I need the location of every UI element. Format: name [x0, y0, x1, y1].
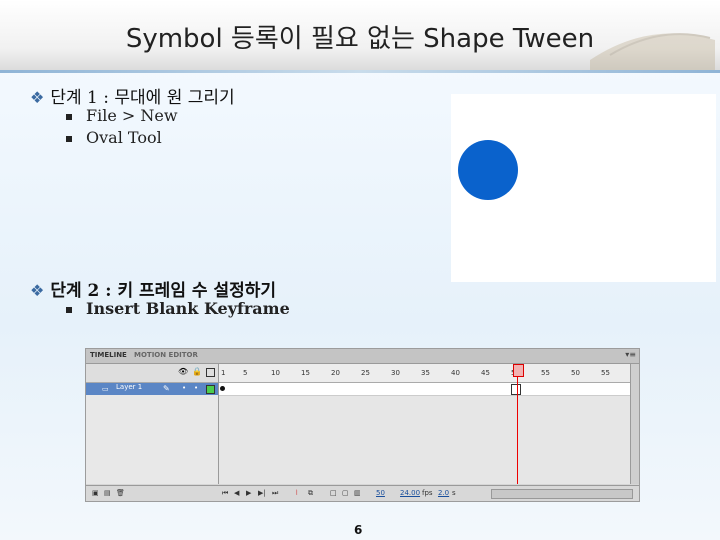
- diamond-bullet-icon: ❖: [30, 88, 45, 107]
- layer-color-swatch[interactable]: [206, 385, 215, 394]
- step2-item-text: Insert Blank Keyframe: [86, 299, 290, 318]
- onion-markers-icon[interactable]: ▥: [354, 489, 361, 497]
- ruler-tick: 20: [331, 369, 340, 377]
- blue-circle-shape: [458, 140, 518, 200]
- ruler-tick: 30: [391, 369, 400, 377]
- playhead-handle[interactable]: [513, 364, 524, 377]
- timeline-statusbar: ▣ ▤ 🗑 ⏮ ◀ ▶ ▶| ⏭ ⦚ ⧉ □ ▢ ▥ 50 24.00 fps …: [86, 485, 639, 501]
- ruler-tick: 25: [361, 369, 370, 377]
- step2-item: Insert Blank Keyframe: [66, 299, 290, 318]
- delete-icon[interactable]: 🗑: [116, 489, 125, 497]
- ruler-tick: 5: [243, 369, 248, 377]
- time-unit: s: [452, 489, 456, 497]
- onion-skin-icon[interactable]: ⧉: [308, 489, 313, 498]
- edit-multiple-icon[interactable]: ▢: [342, 489, 349, 497]
- play-icon[interactable]: ▶: [246, 489, 251, 497]
- page-number: 6: [354, 523, 363, 537]
- timeline-panel: TIMELINE MOTION EDITOR ▾≡ 👁 🔒 ▭ Layer 1 …: [85, 348, 640, 502]
- eye-icon[interactable]: 👁: [178, 367, 188, 376]
- ruler-tick: 50: [571, 369, 580, 377]
- time-readout[interactable]: 2.0: [438, 489, 449, 497]
- ruler-tick: 40: [451, 369, 460, 377]
- square-bullet-icon: [66, 113, 72, 120]
- step2-heading-text: 단계 2 : 키 프레임 수 설정하기: [50, 281, 276, 301]
- ruler-tick: 55: [601, 369, 610, 377]
- onion-outline-icon[interactable]: □: [330, 489, 337, 497]
- center-frame-icon[interactable]: ⦚: [296, 489, 297, 498]
- pencil-icon: ✎: [163, 384, 170, 393]
- layer-panel: 👁 🔒 ▭ Layer 1 ✎ • •: [86, 364, 219, 484]
- step1-item: Oval Tool: [66, 128, 162, 147]
- lock-icon[interactable]: 🔒: [192, 367, 202, 376]
- frame-ruler[interactable]: 1 5 10 15 20 25 30 35 40 45 50 55 50 55: [219, 364, 631, 383]
- layer-icon: ▭: [102, 385, 109, 393]
- frames-area[interactable]: 1 5 10 15 20 25 30 35 40 45 50 55 50 55: [219, 364, 631, 484]
- header-divider: [0, 70, 720, 73]
- step-back-icon[interactable]: ◀: [234, 489, 239, 497]
- last-frame-icon[interactable]: ⏭: [272, 489, 278, 498]
- layer-name[interactable]: Layer 1: [116, 383, 142, 391]
- timeline-tabbar: TIMELINE MOTION EDITOR ▾≡: [86, 349, 639, 364]
- blank-keyframe[interactable]: [511, 384, 521, 395]
- slide-title: Symbol 등록이 필요 없는 Shape Tween: [125, 24, 595, 54]
- tab-timeline[interactable]: TIMELINE: [90, 351, 127, 359]
- current-frame-readout[interactable]: 50: [376, 489, 385, 497]
- diamond-bullet-icon: ❖: [30, 281, 45, 300]
- layer-header: 👁 🔒: [86, 364, 218, 383]
- step1-heading-text: 단계 1 : 무대에 원 그리기: [50, 88, 235, 108]
- visibility-dot-icon[interactable]: •: [182, 384, 186, 392]
- first-frame-icon[interactable]: ⏮: [222, 489, 228, 498]
- step1-heading: ❖ 단계 1 : 무대에 원 그리기: [30, 83, 235, 108]
- lock-dot-icon[interactable]: •: [194, 384, 198, 392]
- ruler-tick: 15: [301, 369, 310, 377]
- playhead-line[interactable]: [517, 364, 518, 484]
- step2-heading: ❖ 단계 2 : 키 프레임 수 설정하기: [30, 276, 276, 301]
- flash-stage: [451, 94, 716, 282]
- fps-readout[interactable]: 24.00: [400, 489, 420, 497]
- step1-item-text: Oval Tool: [86, 128, 162, 147]
- vertical-scrollbar[interactable]: [630, 364, 639, 484]
- panel-menu-icon[interactable]: ▾≡: [625, 350, 636, 359]
- new-layer-icon[interactable]: ▣: [92, 489, 99, 497]
- layer-row[interactable]: ▭ Layer 1 ✎ • •: [86, 383, 218, 395]
- ruler-tick: 1: [221, 369, 226, 377]
- fps-unit: fps: [422, 489, 433, 497]
- step1-item-text: File > New: [86, 106, 178, 125]
- square-bullet-icon: [66, 135, 72, 142]
- ruler-tick: 10: [271, 369, 280, 377]
- ruler-tick: 45: [481, 369, 490, 377]
- horizontal-scrollbar[interactable]: [491, 489, 633, 499]
- layer-frames-row[interactable]: [219, 383, 631, 396]
- step1-item: File > New: [66, 106, 178, 125]
- ruler-tick: 55: [541, 369, 550, 377]
- outline-icon[interactable]: [206, 368, 215, 377]
- square-bullet-icon: [66, 306, 72, 313]
- tab-motion-editor[interactable]: MOTION EDITOR: [134, 351, 198, 359]
- keyframe-dot[interactable]: [220, 386, 225, 391]
- new-folder-icon[interactable]: ▤: [104, 489, 111, 497]
- step-forward-icon[interactable]: ▶|: [258, 489, 266, 497]
- ruler-tick: 35: [421, 369, 430, 377]
